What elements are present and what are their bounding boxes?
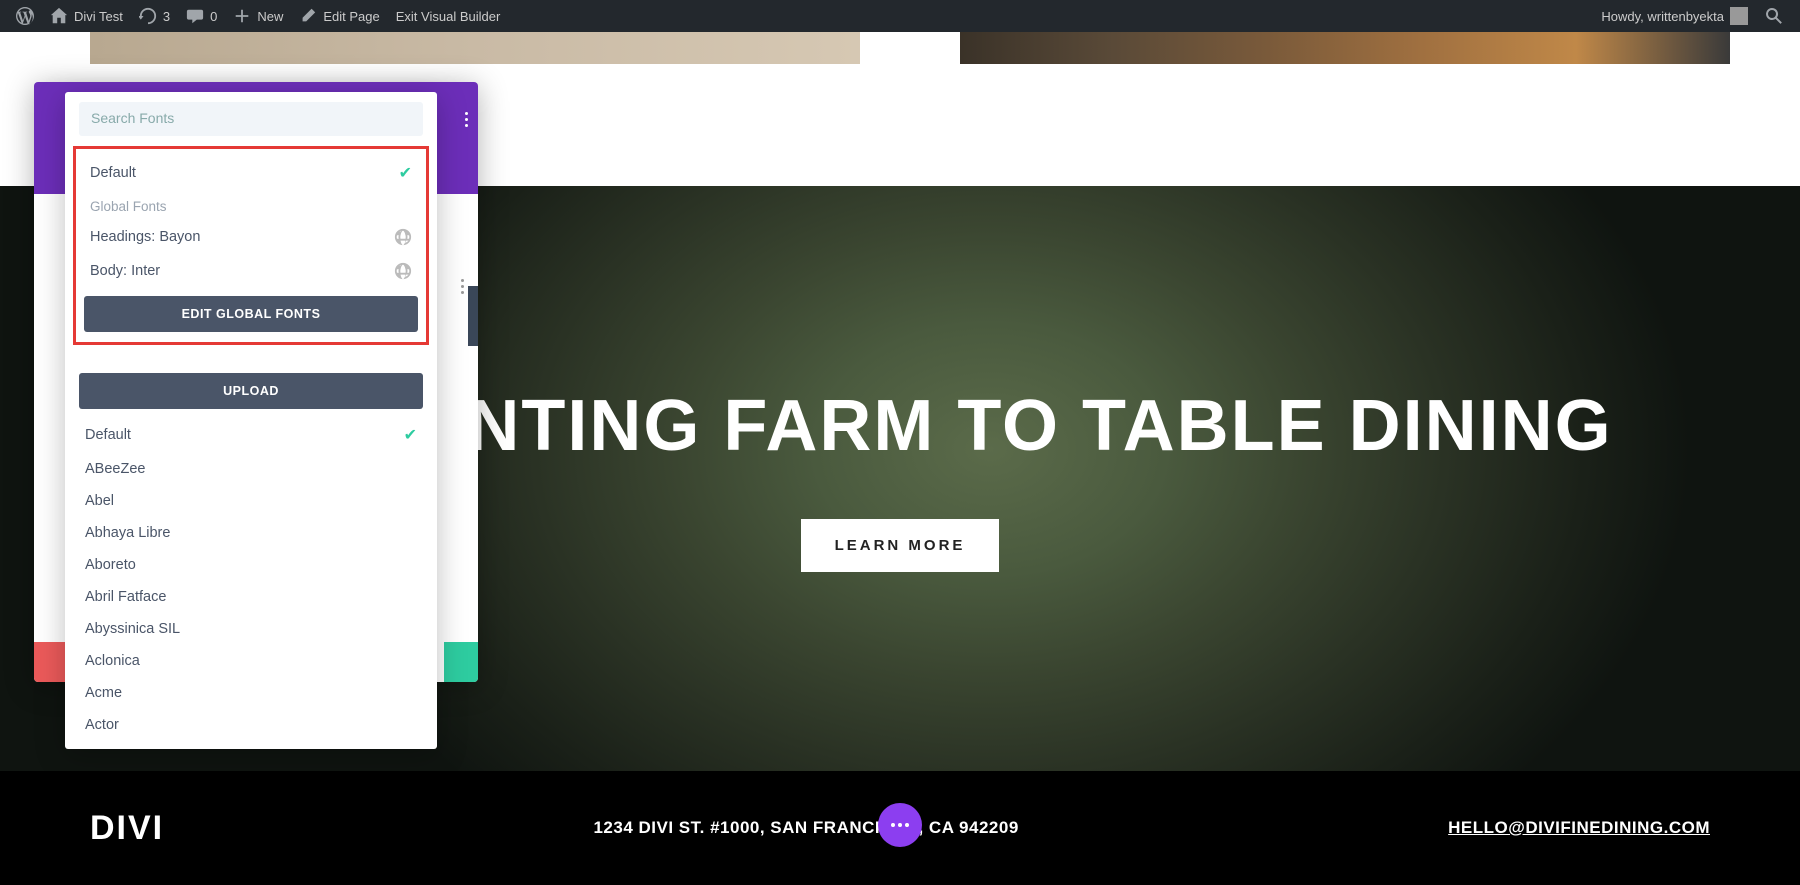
home-icon	[50, 7, 68, 25]
wordpress-icon	[16, 7, 34, 25]
font-label: Aboreto	[85, 557, 136, 573]
pencil-icon	[299, 7, 317, 25]
font-option[interactable]: Actor	[79, 709, 423, 741]
font-label: Body: Inter	[90, 263, 160, 279]
font-option[interactable]: Abhaya Libre	[79, 517, 423, 549]
search-icon	[1764, 6, 1784, 26]
top-image-strip	[0, 32, 1800, 64]
check-icon: ✔	[404, 425, 417, 445]
plus-icon	[233, 7, 251, 25]
font-option[interactable]: Aclonica	[79, 645, 423, 677]
revisions-count: 3	[163, 9, 170, 24]
footer-logo: DIVI	[90, 809, 164, 848]
font-option[interactable]: Abril Fatface	[79, 581, 423, 613]
font-label: Acme	[85, 685, 122, 701]
wp-logo[interactable]	[8, 0, 42, 32]
field-more-button[interactable]	[461, 269, 464, 294]
revisions[interactable]: 3	[131, 0, 178, 32]
font-label: Default	[85, 427, 131, 443]
font-option[interactable]: Aboreto	[79, 549, 423, 581]
font-label: Abel	[85, 493, 114, 509]
font-option[interactable]: Acme	[79, 677, 423, 709]
exit-visual-builder[interactable]: Exit Visual Builder	[388, 0, 509, 32]
more-vertical-icon	[461, 279, 464, 294]
comments[interactable]: 0	[178, 0, 225, 32]
font-label: ABeeZee	[85, 461, 145, 477]
font-option[interactable]: Default ✔	[79, 417, 423, 453]
footer-address: 1234 DIVI ST. #1000, SAN FRANCISCO, CA 9…	[164, 818, 1448, 838]
font-option-headings[interactable]: Headings: Bayon	[84, 220, 418, 254]
settings-save-button[interactable]	[444, 642, 478, 682]
font-label: Abyssinica SIL	[85, 621, 180, 637]
howdy-user[interactable]: Howdy, writtenbyekta	[1593, 0, 1756, 32]
more-vertical-icon	[465, 112, 468, 127]
font-label: Abhaya Libre	[85, 525, 170, 541]
page-content: REINVENTING FARM TO TABLE DINING LEARN M…	[0, 32, 1800, 885]
footer-email-link[interactable]: HELLO@DIVIFINEDINING.COM	[1448, 818, 1710, 838]
check-icon: ✔	[399, 163, 412, 183]
comments-count: 0	[210, 9, 217, 24]
site-name[interactable]: Divi Test	[42, 0, 131, 32]
exit-vb-label: Exit Visual Builder	[396, 9, 501, 24]
font-picker-dropdown: Default ✔ Global Fonts Headings: Bayon B…	[65, 92, 437, 749]
global-fonts-section-label: Global Fonts	[84, 191, 418, 220]
howdy-text: Howdy, writtenbyekta	[1601, 9, 1724, 24]
font-option[interactable]: ABeeZee	[79, 453, 423, 485]
update-icon	[139, 7, 157, 25]
wp-admin-bar: Divi Test 3 0 New Edit Page Exit Visual …	[0, 0, 1800, 32]
dots-icon	[891, 823, 909, 827]
admin-search[interactable]	[1756, 0, 1792, 32]
font-option-default[interactable]: Default ✔	[84, 155, 418, 191]
globe-icon	[394, 228, 412, 246]
learn-more-button[interactable]: LEARN MORE	[801, 519, 1000, 572]
font-search-input[interactable]	[91, 110, 411, 126]
user-avatar-icon	[1730, 7, 1748, 25]
globe-icon	[394, 262, 412, 280]
site-name-text: Divi Test	[74, 9, 123, 24]
font-label: Abril Fatface	[85, 589, 166, 605]
edit-global-fonts-button[interactable]: EDIT GLOBAL FONTS	[84, 296, 418, 332]
hero-image-right	[960, 32, 1730, 64]
font-option[interactable]: Abel	[79, 485, 423, 517]
edit-page[interactable]: Edit Page	[291, 0, 387, 32]
font-label: Aclonica	[85, 653, 140, 669]
font-list: Default ✔ ABeeZee Abel Abhaya Libre Abor…	[65, 417, 437, 741]
font-label: Headings: Bayon	[90, 229, 200, 245]
font-label: Default	[90, 165, 136, 181]
font-label: Actor	[85, 717, 119, 733]
settings-scrollbar[interactable]	[468, 286, 478, 346]
comment-icon	[186, 7, 204, 25]
global-fonts-highlight: Default ✔ Global Fonts Headings: Bayon B…	[73, 146, 429, 345]
divi-fab-button[interactable]	[878, 803, 922, 847]
settings-more-button[interactable]	[465, 102, 468, 127]
font-option[interactable]: Abyssinica SIL	[79, 613, 423, 645]
new[interactable]: New	[225, 0, 291, 32]
hero-image-left	[90, 32, 860, 64]
edit-page-label: Edit Page	[323, 9, 379, 24]
font-search-wrap	[79, 102, 423, 136]
upload-font-button[interactable]: UPLOAD	[79, 373, 423, 409]
new-label: New	[257, 9, 283, 24]
font-option-body[interactable]: Body: Inter	[84, 254, 418, 288]
